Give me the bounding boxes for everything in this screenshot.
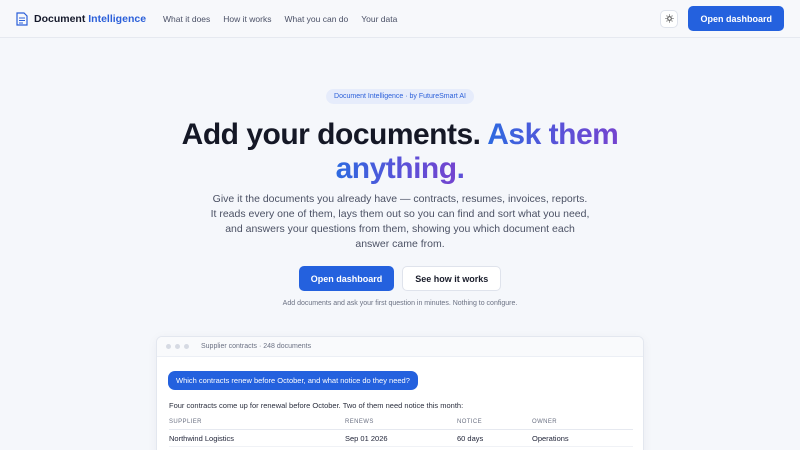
hero-open-dashboard-button[interactable]: Open dashboard	[298, 266, 395, 291]
theme-toggle-button[interactable]	[660, 9, 679, 28]
preview-window-bar: Supplier contracts · 248 documents	[157, 337, 643, 357]
answer-text: Four contracts come up for renewal befor…	[169, 401, 464, 410]
nav-link-your-data[interactable]: Your data	[361, 14, 397, 24]
hero-subtitle: Give it the documents you already have —…	[210, 193, 590, 250]
column-header[interactable]: OWNER	[532, 419, 632, 425]
hero-note: Add documents and ask your first questio…	[282, 300, 518, 307]
top-nav: Document Intelligence What it does How i…	[0, 0, 800, 38]
hero-headline: Add your documents. Ask them anything.	[181, 118, 619, 185]
nav-link-what-it-does[interactable]: What it does	[163, 14, 210, 24]
brand-name: Document Intelligence	[34, 12, 147, 25]
see-how-it-works-button[interactable]: See how it works	[402, 266, 502, 291]
nav-open-dashboard-button[interactable]: Open dashboard	[688, 6, 784, 31]
table-cell: 60 days	[457, 433, 484, 443]
table-header: SUPPLIER RENEWS NOTICE OWNER	[169, 415, 633, 430]
table-cell: Northwind Logistics	[169, 433, 235, 443]
window-dot-icon	[184, 344, 189, 349]
hero-cta-row: Open dashboard See how it works	[0, 266, 800, 291]
nav-actions: Open dashboard	[660, 6, 784, 31]
preview-card: Supplier contracts · 248 documents Which…	[156, 336, 644, 450]
window-dot-icon	[175, 344, 180, 349]
nav-links: What it does How it works What you can d…	[163, 14, 397, 24]
column-header[interactable]: NOTICE	[457, 419, 532, 425]
results-table: SUPPLIER RENEWS NOTICE OWNER Northwind L…	[169, 415, 633, 447]
table-cell: Operations	[532, 433, 569, 443]
column-header[interactable]: SUPPLIER	[169, 419, 345, 425]
sun-icon	[665, 14, 674, 23]
nav-link-what-you-can-do[interactable]: What you can do	[284, 14, 348, 24]
preview-title: Supplier contracts · 248 documents	[201, 343, 312, 350]
nav-link-how-it-works[interactable]: How it works	[223, 14, 271, 24]
document-icon	[16, 11, 28, 26]
table-cell: Sep 01 2026	[345, 433, 388, 443]
column-header[interactable]: RENEWS	[345, 419, 457, 425]
hero-badge: Document Intelligence · by FutureSmart A…	[326, 89, 474, 104]
brand[interactable]: Document Intelligence	[16, 11, 147, 26]
question-bubble: Which contracts renew before October, an…	[168, 371, 418, 390]
table-row[interactable]: Northwind Logistics Sep 01 2026 60 days …	[169, 430, 633, 447]
window-dot-icon	[166, 344, 171, 349]
